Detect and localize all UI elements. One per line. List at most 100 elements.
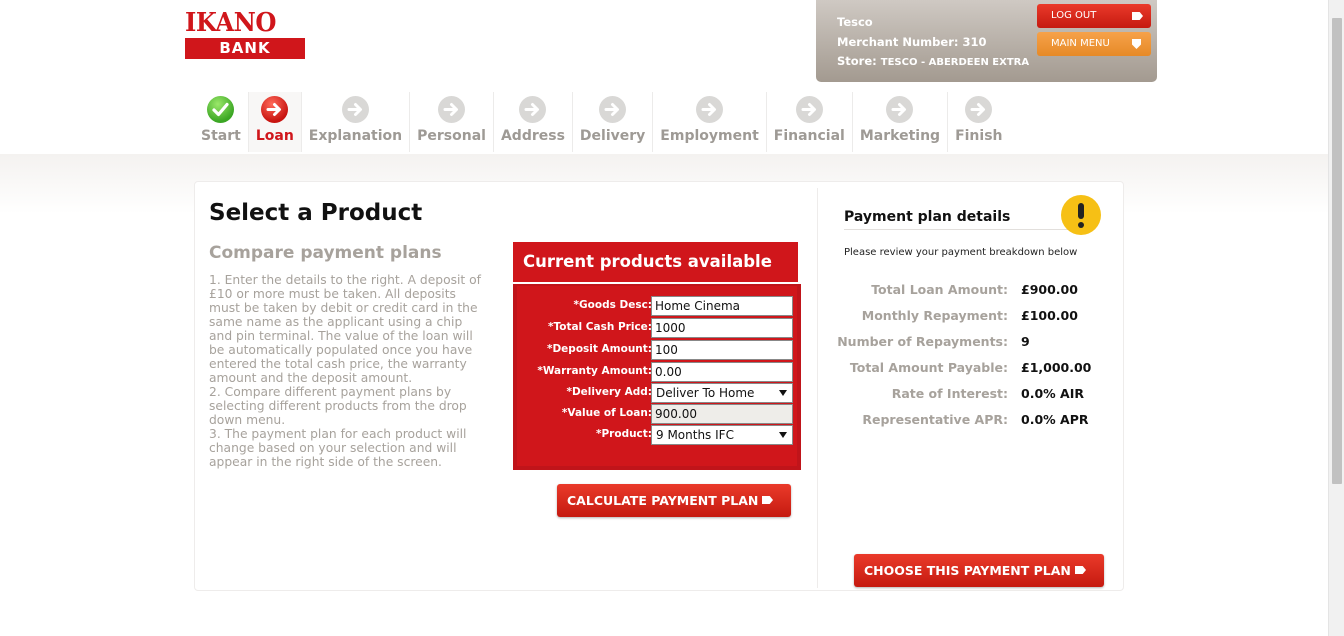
step-label: Marketing <box>859 128 941 144</box>
arrow-circle-icon <box>341 96 369 123</box>
main-menu-label: MAIN MENU <box>1051 38 1110 49</box>
store-line: Store: TESCO - ABERDEEN EXTRA <box>837 52 1029 73</box>
step-label: Personal <box>417 128 486 144</box>
step-label: Address <box>500 128 565 144</box>
instruction-3: 3. The payment plan for each product wil… <box>209 427 467 469</box>
step-finish[interactable]: Finish <box>948 92 1009 152</box>
step-label: Explanation <box>308 128 403 144</box>
arrow-circle-icon <box>261 96 289 123</box>
arrow-right-icon <box>762 496 773 504</box>
merchant-info: Tesco Merchant Number: 310 Store: TESCO … <box>837 13 1029 73</box>
logo-subtitle: BANK <box>185 38 305 59</box>
products-heading: Current products available <box>513 242 798 282</box>
summary-label: Rate of Interest: <box>891 386 1008 401</box>
caret-down-icon <box>779 432 787 438</box>
product-row: *Product: 9 Months IFC <box>517 425 802 445</box>
step-label: Finish <box>955 128 1003 144</box>
step-loan[interactable]: Loan <box>248 92 302 152</box>
summary-label: Total Amount Payable: <box>849 360 1008 375</box>
exclamation-icon <box>1061 195 1101 235</box>
deposit-amount-input[interactable] <box>651 340 793 360</box>
step-label: Loan <box>255 128 294 144</box>
summary-label: Monthly Repayment: <box>861 308 1008 323</box>
step-address[interactable]: Address <box>494 92 573 152</box>
store-name: TESCO - ABERDEEN EXTRA <box>880 57 1030 68</box>
delivery-add-select[interactable]: Deliver To Home <box>651 383 793 403</box>
step-delivery[interactable]: Delivery <box>573 92 654 152</box>
deposit-amount-row: *Deposit Amount: <box>517 340 802 360</box>
step-personal[interactable]: Personal <box>410 92 494 152</box>
summary-row-total-payable: Total Amount Payable: £1,000.00 <box>835 360 1125 380</box>
value-of-loan-input <box>651 404 793 424</box>
summary-value: 0.0% AIR <box>1021 386 1084 401</box>
instruction-1: 1. Enter the details to the right. A dep… <box>209 273 482 385</box>
total-cash-price-row: *Total Cash Price: <box>517 318 802 338</box>
store-label: Store: <box>837 54 877 68</box>
arrow-right-icon <box>1132 12 1143 20</box>
title-underline <box>844 229 1087 230</box>
logout-button[interactable]: LOG OUT <box>1037 4 1151 28</box>
step-label: Financial <box>773 128 845 144</box>
goods-desc-input[interactable] <box>651 296 793 316</box>
scrollbar-thumb[interactable] <box>1332 18 1342 484</box>
merchant-number: 310 <box>962 34 987 49</box>
step-label: Delivery <box>579 128 646 144</box>
instruction-2: 2. Compare different payment plans by se… <box>209 385 467 427</box>
arrow-right-icon <box>1075 566 1086 574</box>
arrow-circle-icon <box>519 96 547 123</box>
warranty-amount-input[interactable] <box>651 362 793 382</box>
choose-payment-plan-button[interactable]: CHOOSE THIS PAYMENT PLAN <box>854 554 1104 587</box>
logo-wordmark: IKANO <box>185 8 276 38</box>
step-marketing[interactable]: Marketing <box>853 92 949 152</box>
summary-label: Number of Repayments: <box>837 334 1008 349</box>
merchant-number-label: Merchant Number: <box>837 34 959 49</box>
arrow-circle-icon <box>696 96 724 123</box>
merchant-panel: Tesco Merchant Number: 310 Store: TESCO … <box>816 0 1157 82</box>
page-title: Select a Product <box>209 200 423 226</box>
summary-value: 0.0% APR <box>1021 412 1089 427</box>
goods-desc-row: *Goods Desc: <box>517 296 802 316</box>
column-divider <box>817 188 818 588</box>
select-product-card: Select a Product Compare payment plans 1… <box>194 181 1124 591</box>
products-form-inner: *Goods Desc: *Total Cash Price: *Deposit… <box>517 286 797 466</box>
shield-icon <box>1132 39 1141 49</box>
summary-value: £100.00 <box>1021 308 1078 323</box>
warranty-amount-label: *Warranty Amount: <box>537 365 652 377</box>
delivery-add-label: *Delivery Add: <box>566 386 652 398</box>
warranty-amount-row: *Warranty Amount: <box>517 362 802 382</box>
summary-label: Representative APR: <box>862 412 1008 427</box>
section-subtitle: Compare payment plans <box>209 243 442 263</box>
summary-label: Total Loan Amount: <box>871 282 1008 297</box>
summary-value: £1,000.00 <box>1021 360 1092 375</box>
checkmark-icon <box>207 96 235 123</box>
total-cash-price-input[interactable] <box>651 318 793 338</box>
merchant-number-line: Merchant Number: 310 <box>837 33 1029 53</box>
caret-down-icon <box>779 390 787 396</box>
step-label: Employment <box>660 128 759 144</box>
progress-steps: Start Loan Explanation Personal Address <box>194 92 1010 152</box>
step-explanation[interactable]: Explanation <box>302 92 411 152</box>
step-employment[interactable]: Employment <box>653 92 767 152</box>
product-select[interactable]: 9 Months IFC <box>651 425 793 445</box>
goods-desc-label: *Goods Desc: <box>573 299 652 311</box>
step-financial[interactable]: Financial <box>767 92 853 152</box>
products-form-body: *Goods Desc: *Total Cash Price: *Deposit… <box>513 282 802 470</box>
value-of-loan-label: *Value of Loan: <box>561 407 652 419</box>
step-start[interactable]: Start <box>194 92 249 152</box>
value-of-loan-row: *Value of Loan: <box>517 404 802 424</box>
calculate-payment-plan-button[interactable]: CALCULATE PAYMENT PLAN <box>557 484 791 517</box>
arrow-circle-icon <box>438 96 466 123</box>
page: IKANO BANK Tesco Merchant Number: 310 St… <box>0 0 1344 636</box>
summary-row-apr: Representative APR: 0.0% APR <box>835 412 1125 432</box>
calculate-label: CALCULATE PAYMENT PLAN <box>567 493 759 508</box>
main-menu-button[interactable]: MAIN MENU <box>1037 32 1151 56</box>
arrow-circle-icon <box>965 96 993 123</box>
total-cash-price-label: *Total Cash Price: <box>547 321 652 333</box>
summary-row-total-loan: Total Loan Amount: £900.00 <box>835 282 1125 302</box>
product-value: 9 Months IFC <box>656 428 734 442</box>
delivery-add-value: Deliver To Home <box>656 386 755 400</box>
summary-row-number-of-repayments: Number of Repayments: 9 <box>835 334 1125 354</box>
products-form: Current products available *Goods Desc: … <box>513 242 802 470</box>
vertical-scrollbar[interactable] <box>1328 0 1344 636</box>
summary-value: 9 <box>1021 334 1030 349</box>
